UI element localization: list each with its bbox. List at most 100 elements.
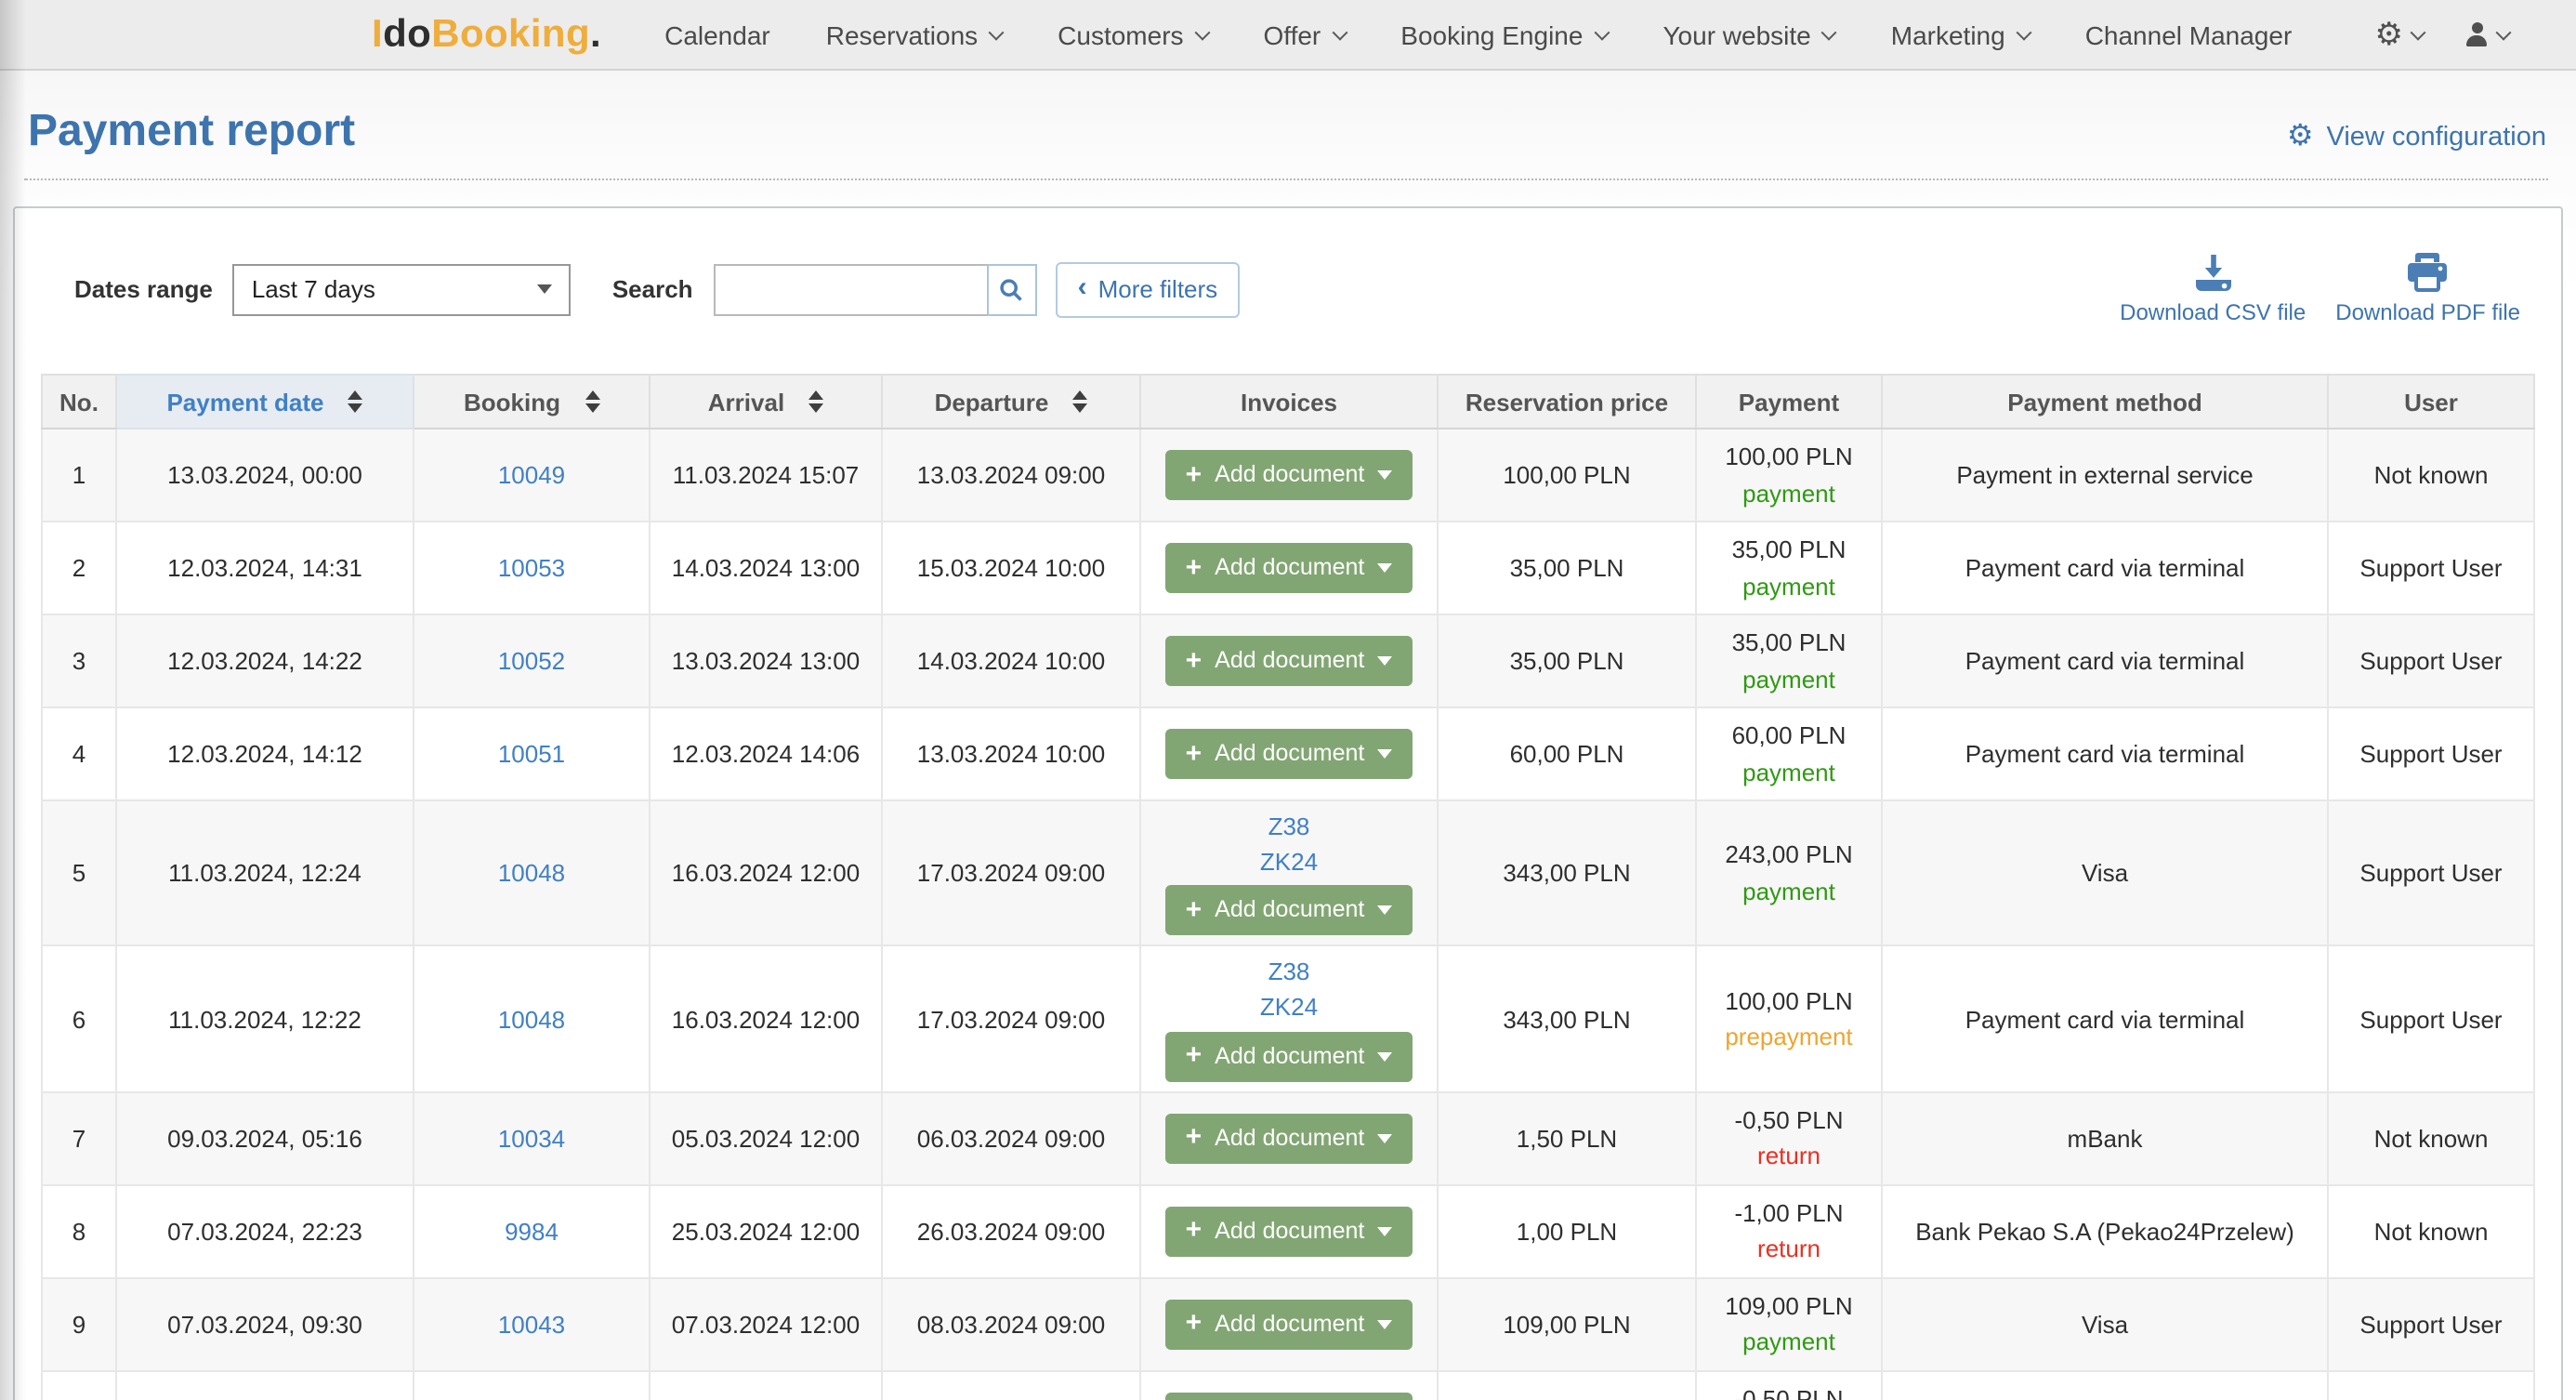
sort-down-arrow (808, 404, 823, 414)
download-pdf-button[interactable]: Download PDF file (2335, 254, 2520, 326)
cell-invoices: Z38ZK24 +Add document (1140, 801, 1438, 946)
nav-item-customers[interactable]: Customers (1058, 20, 1207, 49)
search-icon (999, 277, 1025, 303)
payment-amount: 35,00 PLN (1732, 536, 1847, 564)
column-header-departure[interactable]: Departure (882, 376, 1140, 429)
booking-link[interactable]: 10052 (498, 648, 565, 676)
cell-payment-date: 07.03.2024, 09:30 (116, 1277, 414, 1370)
cell-arrival: 11.03.2024 15:07 (650, 429, 882, 522)
payment-amount: 60,00 PLN (1732, 722, 1847, 750)
cell-payment-date: 12.03.2024, 14:12 (116, 708, 414, 801)
nav-item-offer[interactable]: Offer (1264, 20, 1346, 49)
cell-invoices: +Add document (1140, 1277, 1438, 1370)
payment-status: prepayment (1708, 1019, 1870, 1055)
invoice-link[interactable]: ZK24 (1260, 846, 1318, 878)
booking-link[interactable]: 10051 (498, 741, 565, 769)
logo-text: . (590, 12, 601, 55)
caret-down-icon (1377, 657, 1392, 667)
column-header-booking[interactable]: Booking (414, 376, 650, 429)
add-document-button[interactable]: +Add document (1165, 544, 1413, 594)
booking-link[interactable]: 10034 (498, 1124, 565, 1152)
cell-reservation-price: 35,00 PLN (1438, 522, 1696, 615)
more-filters-button[interactable]: ‹ More filters (1056, 262, 1241, 318)
cell-user: Support User (2328, 1277, 2534, 1370)
booking-link[interactable]: 10049 (498, 462, 565, 490)
invoice-link[interactable]: ZK24 (1260, 991, 1318, 1024)
column-header-user: User (2328, 376, 2534, 429)
cell-departure: 06.03.2024 09:00 (882, 1370, 1140, 1400)
search-input[interactable] (714, 264, 989, 316)
sort-up-arrow (808, 391, 823, 401)
plus-icon: + (1186, 1313, 1203, 1335)
dotted-separator (24, 179, 2548, 181)
column-header-arrival[interactable]: Arrival (650, 376, 882, 429)
cell-reservation-price: 1,50 PLN (1438, 1091, 1696, 1184)
column-header-label: Payment method (2007, 389, 2202, 416)
payment-amount: 109,00 PLN (1725, 1291, 1852, 1319)
payment-status: payment (1708, 874, 1870, 910)
add-document-button[interactable]: +Add document (1165, 451, 1413, 501)
add-document-button[interactable]: +Add document (1165, 637, 1413, 687)
cell-user: Support User (2328, 1370, 2534, 1400)
nav-item-calendar[interactable]: Calendar (664, 20, 770, 49)
idobooking-logo[interactable]: IdoBooking. (372, 12, 601, 57)
table-row: 907.03.2024, 09:301004307.03.2024 12:000… (42, 1277, 2534, 1370)
dates-range-label: Dates range (74, 276, 213, 304)
add-document-button[interactable]: +Add document (1165, 886, 1413, 936)
cell-payment: -1,00 PLNreturn (1696, 1184, 1882, 1277)
booking-link[interactable]: 10043 (498, 1310, 565, 1338)
cell-arrival: 13.03.2024 13:00 (650, 615, 882, 708)
cell-booking: 10048 (414, 946, 650, 1091)
nav-item-reservations[interactable]: Reservations (826, 20, 1002, 49)
add-document-button[interactable]: +Add document (1165, 1392, 1413, 1400)
dates-range-select[interactable]: Last 7 days (233, 264, 572, 316)
booking-link[interactable]: 10048 (498, 1005, 565, 1033)
add-document-label: Add document (1215, 1042, 1364, 1070)
booking-link[interactable]: 10053 (498, 555, 565, 583)
cell-user: Not known (2328, 429, 2534, 522)
view-configuration-link[interactable]: ⚙ View configuration (2287, 124, 2546, 157)
nav-item-your-website[interactable]: Your website (1663, 20, 1834, 49)
add-document-button[interactable]: +Add document (1165, 1299, 1413, 1349)
top-navbar: IdoBooking. Calendar Reservations Customer… (0, 0, 2576, 71)
invoice-link[interactable]: Z38 (1268, 957, 1310, 989)
add-document-button[interactable]: +Add document (1165, 1113, 1413, 1163)
column-header-inner: Payment method (2007, 389, 2202, 416)
invoice-link[interactable]: Z38 (1268, 812, 1310, 844)
booking-link[interactable]: 10048 (498, 860, 565, 888)
cell-payment-date: 11.03.2024, 12:22 (116, 946, 414, 1091)
column-header-payment-date[interactable]: Payment date (116, 376, 414, 429)
search-button[interactable] (987, 264, 1037, 316)
settings-menu-button[interactable]: ⚙ (2375, 19, 2425, 50)
nav-item-marketing[interactable]: Marketing (1891, 20, 2030, 49)
plus-icon: + (1186, 558, 1203, 580)
plus-icon: + (1186, 744, 1203, 766)
plus-icon: + (1186, 900, 1203, 922)
cell-arrival: 05.03.2024 12:00 (650, 1370, 882, 1400)
cell-arrival: 12.03.2024 14:06 (650, 708, 882, 801)
payment-report-page: IdoBooking. Calendar Reservations Customer… (0, 0, 2576, 1400)
cell-no: 5 (42, 801, 116, 946)
cell-booking: 10043 (414, 1277, 650, 1370)
page-title: Payment report (28, 108, 355, 157)
add-document-button[interactable]: +Add document (1165, 1031, 1413, 1081)
add-document-button[interactable]: +Add document (1165, 1206, 1413, 1256)
cell-departure: 08.03.2024 09:00 (882, 1277, 1140, 1370)
add-document-label: Add document (1215, 462, 1364, 490)
chevron-down-icon (2411, 24, 2426, 40)
cell-reservation-price: 109,00 PLN (1438, 1277, 1696, 1370)
nav-item-channel-manager[interactable]: Channel Manager (2085, 20, 2293, 49)
booking-link[interactable]: 9984 (505, 1217, 559, 1245)
cell-no: 4 (42, 708, 116, 801)
nav-item-label: Calendar (664, 20, 770, 49)
payment-report-table: No.Payment dateBookingArrivalDepartureIn… (41, 375, 2535, 1400)
sort-icon (1072, 391, 1087, 414)
nav-item-booking-engine[interactable]: Booking Engine (1400, 20, 1607, 49)
account-menu-button[interactable] (2464, 22, 2509, 46)
add-document-button[interactable]: +Add document (1165, 730, 1413, 780)
nav-items: Calendar Reservations Customers Offer Bookin… (664, 20, 2292, 49)
column-header-label: Payment date (166, 389, 323, 416)
download-csv-button[interactable]: Download CSV file (2120, 254, 2306, 326)
column-header-label: Reservation price (1465, 389, 1668, 416)
cell-payment-method: Visa (1882, 1370, 2328, 1400)
